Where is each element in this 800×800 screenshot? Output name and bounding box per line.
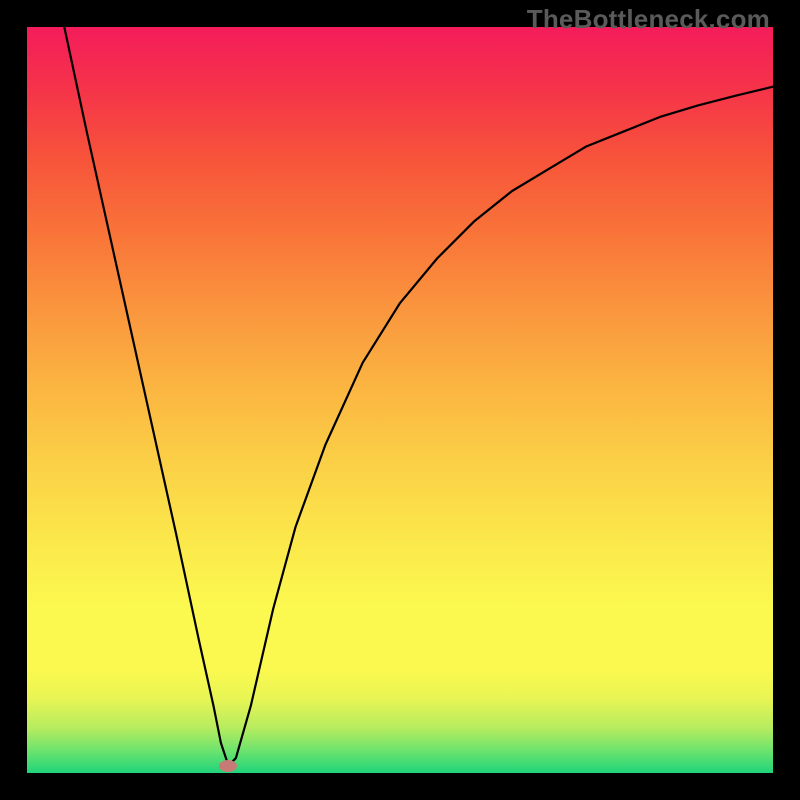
chart-container: TheBottleneck.com [0, 0, 800, 800]
optimal-point-marker [219, 760, 237, 772]
bottleneck-curve [27, 27, 773, 773]
plot-area [27, 27, 773, 773]
